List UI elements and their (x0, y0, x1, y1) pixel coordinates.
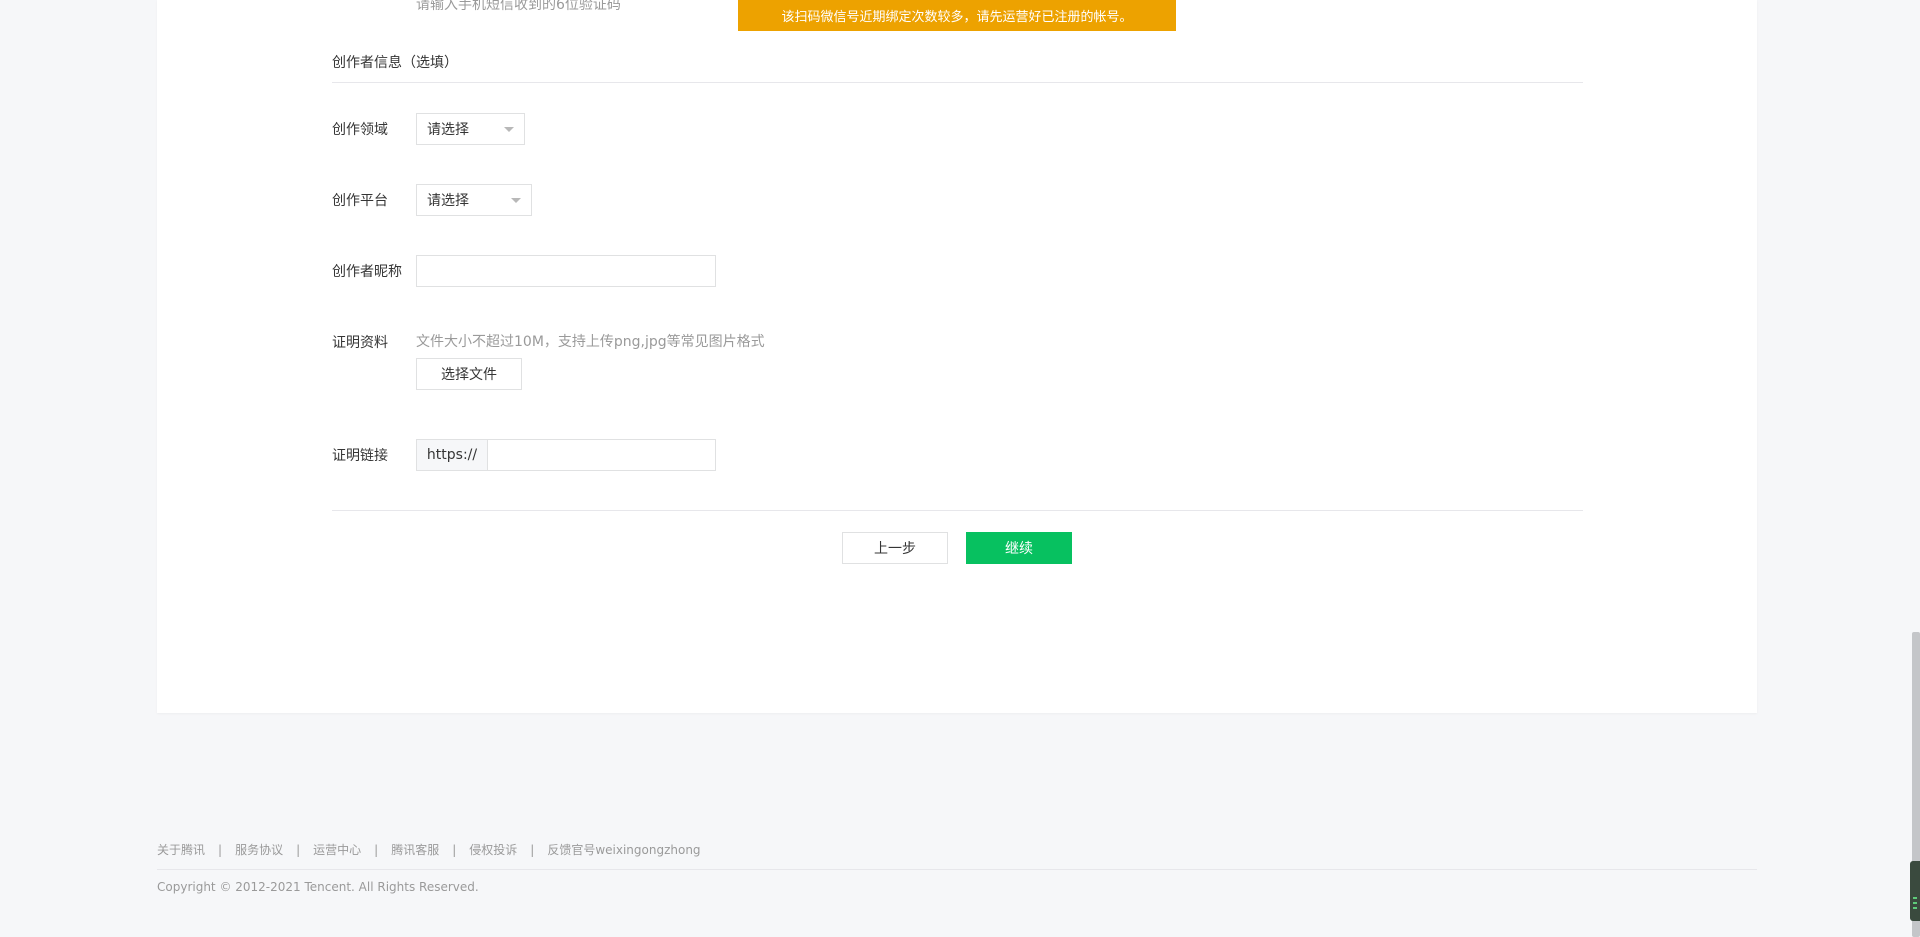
url-prefix: https:// (417, 440, 488, 470)
creation-platform-value: 请选择 (427, 193, 469, 209)
creation-platform-select[interactable]: 请选择 (416, 184, 532, 216)
creation-platform-label: 创作平台 (332, 193, 388, 209)
chevron-down-icon (504, 127, 514, 132)
footer-separator: | (530, 842, 535, 857)
footer-separator: | (452, 842, 457, 857)
choose-file-button[interactable]: 选择文件 (416, 358, 522, 390)
nickname-input[interactable] (416, 255, 716, 287)
widget-indicator (1913, 897, 1917, 899)
footer-separator: | (296, 842, 301, 857)
footer-link-about[interactable]: 关于腾讯 (157, 841, 205, 858)
continue-button[interactable]: 继续 (966, 532, 1072, 564)
widget-indicator (1913, 902, 1917, 904)
footer-link-support[interactable]: 腾讯客服 (391, 841, 439, 858)
chevron-down-icon (511, 198, 521, 203)
form-card (157, 0, 1757, 713)
section-divider (332, 82, 1583, 83)
footer-link-terms[interactable]: 服务协议 (235, 841, 283, 858)
footer-link-ops-center[interactable]: 运营中心 (313, 841, 361, 858)
footer-link-feedback[interactable]: 反馈官号weixingongzhong (547, 841, 700, 858)
sms-code-hint: 请输入手机短信收到的6位验证码 (416, 0, 621, 13)
upload-tip: 文件大小不超过10M，支持上传png,jpg等常见图片格式 (416, 334, 765, 350)
section-title: 创作者信息（选填） (332, 55, 458, 71)
warning-toast: 该扫码微信号近期绑定次数较多，请先运营好已注册的帐号。 (738, 0, 1176, 31)
side-widget[interactable] (1910, 861, 1920, 921)
proof-link-input[interactable] (488, 440, 715, 470)
creation-field-select[interactable]: 请选择 (416, 113, 525, 145)
footer-separator: | (374, 842, 379, 857)
footer-link-infringement[interactable]: 侵权投诉 (469, 841, 517, 858)
footer-divider (157, 869, 1757, 870)
proof-link-label: 证明链接 (332, 448, 388, 464)
footer-links: 关于腾讯 | 服务协议 | 运营中心 | 腾讯客服 | 侵权投诉 | 反馈官号w… (157, 841, 701, 858)
nickname-label: 创作者昵称 (332, 264, 402, 280)
footer-separator: | (218, 842, 223, 857)
copyright: Copyright © 2012-2021 Tencent. All Right… (157, 880, 479, 894)
proof-link-group: https:// (416, 439, 716, 471)
creation-field-label: 创作领域 (332, 122, 388, 138)
actions-divider (332, 510, 1583, 511)
proof-label: 证明资料 (332, 335, 388, 351)
creation-field-value: 请选择 (427, 122, 469, 138)
prev-step-button[interactable]: 上一步 (842, 532, 948, 564)
widget-indicator (1913, 907, 1917, 909)
